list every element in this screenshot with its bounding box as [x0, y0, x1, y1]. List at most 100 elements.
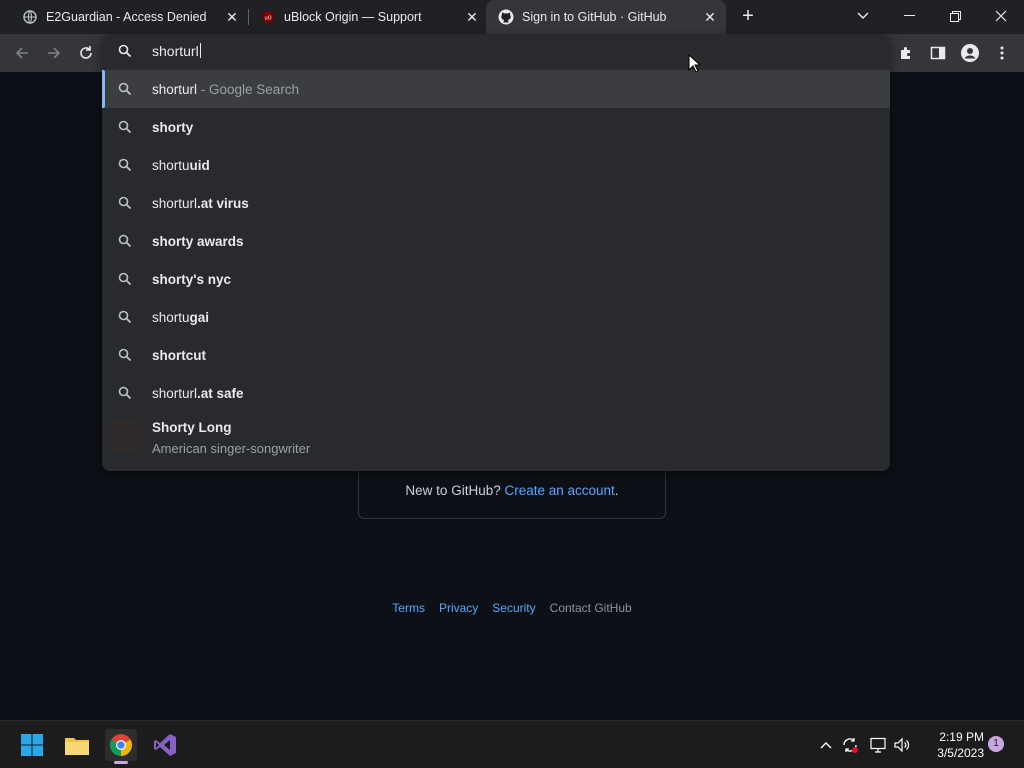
- footer-terms-link[interactable]: Terms: [392, 601, 425, 615]
- minimize-button[interactable]: [886, 0, 932, 32]
- search-icon: [118, 196, 132, 213]
- new-to-github-text: New to GitHub?: [405, 483, 505, 498]
- create-account-box: New to GitHub? Create an account.: [358, 466, 666, 519]
- suggestion-completion: shorty: [152, 119, 194, 135]
- close-window-button[interactable]: [978, 0, 1024, 32]
- search-icon: [118, 82, 132, 99]
- file-explorer-icon[interactable]: [61, 729, 93, 761]
- tab-title: Sign in to GitHub · GitHub: [522, 10, 667, 24]
- omnibox-input[interactable]: shorturl: [152, 43, 201, 59]
- taskbar: 2:19 PM 3/5/2023: [0, 720, 1024, 768]
- clock[interactable]: 2:19 PM 3/5/2023: [920, 729, 984, 761]
- close-icon[interactable]: ✕: [702, 9, 718, 25]
- search-icon: [118, 348, 132, 365]
- suggestion-completion: shortcut: [152, 347, 206, 363]
- entity-title: Shorty Long: [152, 420, 232, 435]
- suggestion-text: shorty's nyc: [152, 272, 231, 287]
- suggestion-completion: .at safe: [197, 385, 244, 401]
- suggestion-item[interactable]: shorty's nyc: [102, 260, 890, 298]
- new-tab-button[interactable]: +: [738, 6, 758, 28]
- new-to-github-line: New to GitHub? Create an account.: [359, 483, 665, 498]
- suggestion-item[interactable]: shortcut: [102, 336, 890, 374]
- text-caret: [199, 43, 201, 58]
- suggestion-completion: gai: [189, 309, 210, 325]
- suggestion-item[interactable]: shorturl - Google Search: [102, 70, 890, 108]
- tab-search-icon[interactable]: [840, 0, 886, 32]
- suggestion-item[interactable]: shorturl.at virus: [102, 184, 890, 222]
- suggestion-text: shortuuid: [152, 158, 210, 173]
- suggestion-item[interactable]: shorty awards: [102, 222, 890, 260]
- suggestion-text: shorturl.at safe: [152, 386, 244, 401]
- search-icon: [118, 44, 132, 63]
- suggestion-prefix: shorturl: [152, 195, 198, 211]
- suggestion-item[interactable]: shorturl.at safe: [102, 374, 890, 412]
- omnibox-dropdown: shorturl shorturl - Google Search shorty s…: [102, 34, 890, 471]
- footer-contact-link[interactable]: Contact GitHub: [550, 601, 632, 615]
- tab-e2guardian[interactable]: E2Guardian - Access Denied ✕: [0, 0, 248, 34]
- suggestion-completion: shorty's nyc: [152, 271, 231, 287]
- github-icon: [498, 9, 514, 25]
- restore-button[interactable]: [932, 0, 978, 32]
- suggestion-item[interactable]: shorty: [102, 108, 890, 146]
- entity-suggestion[interactable]: Shorty Long American singer-songwriter: [102, 416, 890, 470]
- period-text: .: [614, 483, 619, 498]
- active-indicator: [114, 761, 128, 764]
- notification-badge[interactable]: 1: [988, 736, 1004, 752]
- back-button[interactable]: [12, 43, 32, 63]
- network-icon[interactable]: [868, 735, 888, 755]
- suggestion-text: shorturl.at virus: [152, 196, 249, 211]
- suggestion-completion: .at virus: [197, 195, 249, 211]
- suggestion-text: shorty awards: [152, 234, 244, 249]
- side-panel-icon[interactable]: [928, 43, 948, 63]
- suggestion-text: shorty: [152, 120, 193, 135]
- suggestion-text: shortcut: [152, 348, 206, 363]
- reload-button[interactable]: [76, 43, 96, 63]
- chrome-icon[interactable]: [105, 729, 137, 764]
- footer-privacy-link[interactable]: Privacy: [439, 601, 478, 615]
- chevron-up-icon[interactable]: [816, 735, 836, 755]
- clock-date: 3/5/2023: [937, 746, 984, 760]
- tab-strip: E2Guardian - Access Denied ✕ uO uBlock O…: [0, 0, 1024, 34]
- entity-thumbnail: [110, 420, 142, 452]
- suggestion-text: shortugai: [152, 310, 209, 325]
- suggestion-item[interactable]: shortuuid: [102, 146, 890, 184]
- tab-title: E2Guardian - Access Denied: [46, 10, 207, 24]
- start-button[interactable]: [16, 729, 48, 761]
- ublock-icon: uO: [260, 9, 276, 25]
- globe-icon: [22, 9, 38, 25]
- search-icon: [118, 272, 132, 289]
- tab-ublock[interactable]: uO uBlock Origin — Support ✕: [238, 0, 488, 34]
- footer-security-link[interactable]: Security: [492, 601, 535, 615]
- volume-icon[interactable]: [892, 735, 912, 755]
- suggestion-item[interactable]: shortugai: [102, 298, 890, 336]
- menu-icon[interactable]: [992, 43, 1012, 63]
- tab-github[interactable]: Sign in to GitHub · GitHub ✕: [486, 0, 726, 34]
- profile-icon[interactable]: [960, 43, 980, 63]
- search-icon: [118, 158, 132, 175]
- github-footer: Terms Privacy Security Contact GitHub: [0, 601, 1024, 615]
- search-icon: [118, 234, 132, 251]
- clock-time: 2:19 PM: [939, 730, 984, 744]
- suggestion-completion: shorty awards: [152, 233, 244, 249]
- suggestion-prefix: shortu: [152, 157, 190, 173]
- tab-title: uBlock Origin — Support: [284, 10, 422, 24]
- create-account-link[interactable]: Create an account: [504, 483, 614, 498]
- search-icon: [118, 120, 132, 137]
- search-icon: [118, 386, 132, 403]
- omnibox-value: shorturl: [152, 43, 199, 59]
- omnibox-input-row[interactable]: shorturl: [102, 34, 890, 70]
- visual-studio-icon[interactable]: [149, 729, 181, 761]
- search-icon: [118, 310, 132, 327]
- suggestion-text: shorturl - Google Search: [152, 82, 299, 97]
- suggestion-prefix: shorturl: [152, 385, 198, 401]
- mouse-cursor-icon: [688, 53, 702, 78]
- forward-button[interactable]: [44, 43, 64, 63]
- extensions-icon[interactable]: [896, 43, 916, 63]
- sync-icon[interactable]: [840, 735, 860, 755]
- suggestion-suffix: - Google Search: [197, 81, 300, 97]
- entity-subtitle: American singer-songwriter: [152, 441, 311, 456]
- suggestion-completion: uid: [189, 157, 210, 173]
- close-icon[interactable]: ✕: [464, 9, 480, 25]
- suggestion-prefix: shorturl: [152, 81, 198, 97]
- svg-text:uO: uO: [264, 16, 271, 22]
